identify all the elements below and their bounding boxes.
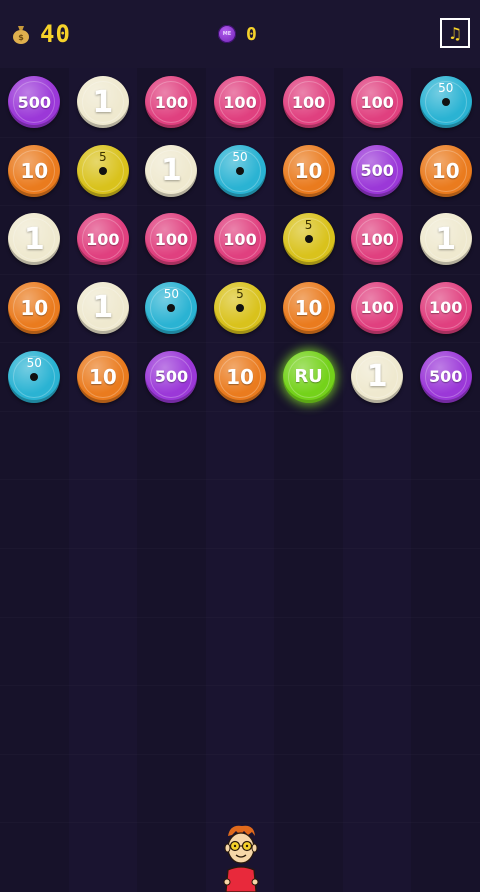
coin-value-label: 100 bbox=[86, 229, 120, 249]
coin-count: 0 bbox=[246, 24, 257, 45]
coin-value-label: 100 bbox=[154, 229, 189, 249]
coin-value-label: 100 bbox=[223, 92, 257, 112]
coin-value-label: 1 bbox=[23, 221, 45, 257]
coin-hole bbox=[304, 235, 313, 244]
coin-value-label: 5 bbox=[236, 286, 244, 301]
coin-1[interactable]: 1 bbox=[351, 350, 404, 403]
money-bag-icon: $ bbox=[13, 26, 29, 44]
coin-value-label: 100 bbox=[429, 298, 463, 318]
coin-badge-text: ME bbox=[222, 31, 232, 37]
coin-value-label: 500 bbox=[17, 92, 51, 112]
purple-coin-icon: ME bbox=[218, 25, 236, 43]
coin-value-label: 100 bbox=[223, 229, 257, 249]
coin-value-label: 500 bbox=[360, 161, 394, 181]
coin-10[interactable]: 10 bbox=[282, 144, 335, 197]
coin-5[interactable]: 5 bbox=[282, 213, 335, 266]
coin-50[interactable]: 50 bbox=[214, 144, 266, 197]
coin-value-label: 50 bbox=[163, 286, 180, 301]
money-value: 40 bbox=[40, 20, 71, 48]
coin-value-label: 50 bbox=[26, 355, 42, 370]
coin-100[interactable]: 100 bbox=[214, 76, 266, 129]
coin-value-label: 10 bbox=[226, 364, 254, 389]
coin-500[interactable]: 500 bbox=[419, 350, 472, 403]
coin-hole bbox=[236, 303, 244, 312]
coin-hole bbox=[98, 166, 107, 175]
coin-value-label: 100 bbox=[360, 92, 394, 112]
svg-text:$: $ bbox=[18, 33, 24, 42]
coin-value-label: 100 bbox=[360, 229, 394, 249]
music-note-icon: ♫ bbox=[447, 23, 463, 43]
board-row-line bbox=[0, 479, 480, 480]
coin-value-label: 10 bbox=[294, 158, 323, 183]
board-row-line bbox=[0, 274, 480, 275]
coin-value-label: 10 bbox=[431, 158, 460, 183]
board-row-line bbox=[0, 754, 480, 755]
coin-10[interactable]: 10 bbox=[214, 350, 266, 403]
coin-10[interactable]: 10 bbox=[282, 281, 335, 334]
coin-100[interactable]: 100 bbox=[351, 281, 404, 334]
top-bar: $ 40 ME 0 ♫ bbox=[0, 0, 480, 68]
coin-100[interactable]: 100 bbox=[76, 213, 129, 266]
coin-value-label: 1 bbox=[366, 359, 388, 395]
coin-value-label: 10 bbox=[20, 295, 49, 320]
game-board: 500 1 100 100 100 100 50 10 5 1 50 10 500 10 1 100 100 10… bbox=[0, 68, 480, 892]
coin-value-label: 10 bbox=[88, 364, 117, 389]
coin-value-label: 100 bbox=[360, 298, 394, 318]
coin-500[interactable]: 500 bbox=[351, 144, 404, 197]
coin-value-label: 500 bbox=[154, 367, 189, 387]
coin-5[interactable]: 5 bbox=[214, 281, 266, 334]
coin-1[interactable]: 1 bbox=[145, 144, 198, 197]
coin-50[interactable]: 50 bbox=[8, 350, 61, 403]
coin-10[interactable]: 10 bbox=[419, 144, 472, 197]
coin-value-label: 10 bbox=[294, 295, 323, 320]
coin-1[interactable]: 1 bbox=[76, 76, 129, 129]
coin-10[interactable]: 10 bbox=[8, 144, 61, 197]
coin-ru[interactable]: RU bbox=[282, 350, 335, 403]
coin-value-label: 100 bbox=[291, 92, 326, 112]
coin-10[interactable]: 10 bbox=[8, 281, 61, 334]
coin-value-label: 1 bbox=[92, 290, 114, 326]
coin-value-label: 1 bbox=[92, 84, 114, 120]
board-row-line bbox=[0, 411, 480, 412]
coin-hole bbox=[236, 166, 244, 175]
coin-value-label: 50 bbox=[232, 149, 248, 164]
board-row-line bbox=[0, 137, 480, 138]
coin-value-label: 1 bbox=[160, 153, 182, 189]
coin-5[interactable]: 5 bbox=[76, 144, 129, 197]
board-row-line bbox=[0, 617, 480, 618]
board-row-line bbox=[0, 205, 480, 206]
coin-50[interactable]: 50 bbox=[419, 76, 472, 129]
coin-value-label: 1 bbox=[435, 221, 457, 257]
coin-hole bbox=[441, 98, 450, 107]
music-toggle-button[interactable]: ♫ bbox=[440, 18, 470, 48]
coin-100[interactable]: 100 bbox=[282, 76, 335, 129]
coin-value-label: 10 bbox=[20, 158, 49, 183]
coin-1[interactable]: 1 bbox=[76, 281, 129, 334]
coin-100[interactable]: 100 bbox=[419, 281, 472, 334]
coin-value-label: RU bbox=[294, 366, 323, 388]
player-character[interactable] bbox=[218, 822, 264, 892]
coin-500[interactable]: 500 bbox=[145, 350, 198, 403]
coin-value-label: 50 bbox=[438, 81, 454, 96]
board-row-line bbox=[0, 685, 480, 686]
board-row-line bbox=[0, 342, 480, 343]
coin-hole bbox=[30, 372, 39, 381]
coin-value-label: 500 bbox=[429, 367, 463, 387]
board-row-line bbox=[0, 548, 480, 549]
coin-10[interactable]: 10 bbox=[76, 350, 129, 403]
coin-value-label: 5 bbox=[304, 218, 313, 233]
coin-value-label: 100 bbox=[154, 92, 189, 112]
coin-value-label: 5 bbox=[99, 149, 107, 164]
coin-1[interactable]: 1 bbox=[419, 213, 472, 266]
